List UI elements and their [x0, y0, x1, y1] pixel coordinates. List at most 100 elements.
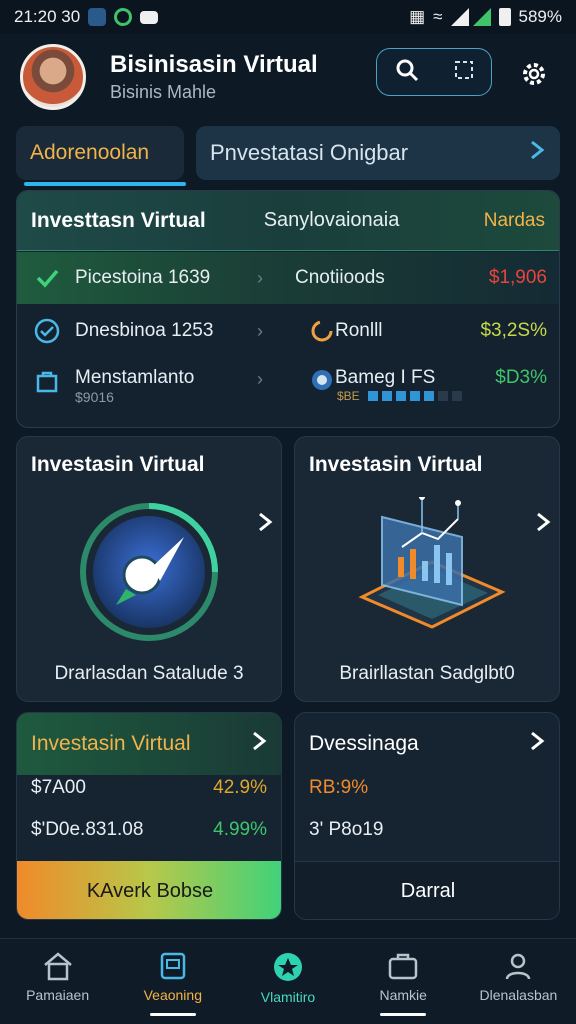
progress-segment [395, 391, 406, 401]
search-icon[interactable] [394, 57, 420, 88]
progress-segment [451, 391, 462, 401]
status-time: 21:20 30 [14, 7, 81, 26]
summary-row: 3' P8o19 [309, 819, 545, 841]
wallet-icon [160, 952, 186, 980]
bottom-navigation: Pamaiaen Veaoning Vlamitiro Namkie Dlena… [0, 938, 576, 1024]
nav-item-label: Dlenalasban [479, 987, 558, 1003]
feature-card-left[interactable]: Investasin Virtual Drarlasdan Satalude 3 [16, 436, 282, 702]
investment-row-right-label: Bameg I FS [335, 367, 436, 388]
progress-segment [381, 391, 392, 401]
primary-action-button[interactable]: KAverk Bobse [17, 861, 281, 919]
tab-secondary-label: Pnvestatasi Onigbar [210, 140, 409, 165]
header-action-group [376, 48, 492, 96]
summary-value: RB:9% [309, 777, 369, 798]
chevron-right-icon [251, 730, 267, 758]
summary-card-header[interactable]: Dvessinaga [295, 713, 559, 775]
nav-item-wallet[interactable]: Veaoning [115, 939, 230, 1024]
nav-item-label: Veaoning [143, 987, 202, 1003]
summary-row: $'D0e.831.08 4.99% [31, 819, 267, 841]
tab-primary[interactable]: Adorenoolan [16, 126, 184, 180]
check-circle-icon [33, 317, 61, 345]
app-subtitle: Bisinis Mahle [110, 82, 217, 102]
summary-row: RB:9% [309, 777, 545, 799]
nav-item-label: Namkie [379, 987, 427, 1003]
gear-icon [523, 63, 545, 85]
investment-row-label: Dnesbinoa 1253 [75, 320, 214, 341]
chevron-right-icon [529, 730, 545, 758]
summary-card-left: Investasin Virtual $7A00 42.9% $'D0e.831… [16, 712, 282, 920]
investment-column-value-label: Nardas [483, 209, 545, 231]
signal-icon [450, 8, 491, 26]
investment-row-value: $1,906 [488, 267, 547, 288]
nav-active-indicator [149, 1013, 196, 1016]
investment-progress-bar: $BE [337, 389, 462, 403]
investment-card-title: Investtasn Virtual [31, 208, 206, 232]
summary-card-header[interactable]: Investasin Virtual [17, 713, 281, 775]
summary-change: 42.9% [213, 777, 267, 798]
investment-row-value: $D3% [495, 367, 547, 388]
summary-value: 3' P8o19 [309, 819, 384, 840]
star-icon [274, 953, 302, 981]
summary-value: $'D0e.831.08 [31, 819, 144, 840]
summary-change: 4.99% [213, 819, 267, 840]
progress-segment [437, 391, 448, 401]
feature-card-caption: Drarlasdan Satalude 3 [54, 663, 244, 684]
investment-row-right-label: Cnotiioods [295, 267, 385, 288]
investment-row-sublabel: $9016 [75, 389, 114, 405]
progress-label: $BE [337, 389, 360, 403]
home-icon [43, 952, 72, 981]
nav-indicator [380, 1013, 427, 1016]
tab-primary-label: Adorenoolan [30, 141, 150, 164]
feature-card-right[interactable]: Investasin Virtual Brairllastan Sadglbt0 [294, 436, 560, 702]
vibrate-icon: ▦ [409, 7, 426, 26]
nav-item-label: Pamaiaen [26, 987, 90, 1003]
summary-value: $7A00 [31, 777, 86, 798]
progress-segment [367, 391, 378, 401]
nav-item-home[interactable]: Pamaiaen [0, 939, 115, 1024]
investment-row-label: Menstamlanto [75, 367, 195, 388]
tab-secondary[interactable]: Pnvestatasi Onigbar [196, 126, 560, 180]
investment-row[interactable]: Dnesbinoa 1253 › Ronlll $3,2S% [17, 305, 559, 357]
investment-row-label: Picestoina 1639 [75, 267, 211, 288]
summary-card-right: Dvessinaga RB:9% 3' P8o19 Darral [294, 712, 560, 920]
scan-icon[interactable] [453, 59, 475, 86]
summary-row: $7A00 42.9% [31, 777, 267, 799]
wifi-icon: ≈ [433, 7, 443, 26]
investment-card: Investtasn Virtual Sanylovaionaia Nardas… [16, 190, 560, 428]
app-title: Bisinisasin Virtual [110, 51, 318, 78]
investment-column-label: Sanylovaionaia [263, 209, 400, 231]
briefcase-icon [388, 953, 418, 980]
chevron-right-icon: › [257, 369, 263, 389]
settings-button[interactable] [516, 56, 552, 92]
investment-row-right-label: Ronlll [335, 320, 383, 341]
chart-icon [358, 497, 506, 629]
coin-icon [309, 367, 335, 393]
avatar[interactable] [20, 44, 86, 110]
feature-card-title: Investasin Virtual [31, 453, 205, 476]
refresh-icon [309, 318, 335, 344]
summary-card-title: Investasin Virtual [31, 732, 191, 755]
summary-card-title: Dvessinaga [309, 732, 419, 755]
feature-card-title: Investasin Virtual [309, 453, 483, 476]
user-icon [506, 953, 531, 980]
secondary-action-button[interactable]: Darral [295, 861, 559, 919]
app-notification-icon [88, 8, 107, 26]
tab-active-indicator [24, 182, 186, 186]
investment-card-header: Investtasn Virtual Sanylovaionaia Nardas [17, 191, 559, 251]
compass-icon [80, 503, 218, 641]
investment-row[interactable]: Picestoina 1639 › Cnotiioods $1,906 [17, 252, 559, 304]
app-header: Bisinisasin Virtual Bisinis Mahle [0, 34, 576, 120]
progress-segment [409, 391, 420, 401]
sync-icon [114, 8, 133, 26]
battery-icon [498, 8, 511, 26]
battery-level: 589% [518, 7, 562, 26]
investment-row[interactable]: Menstamlanto $9016 › Bameg I FS $BE $D3% [17, 357, 559, 419]
nav-item-label: Vlamitiro [260, 989, 316, 1005]
message-icon [140, 10, 159, 24]
nav-item-portfolio[interactable]: Namkie [346, 939, 461, 1024]
nav-item-featured[interactable]: Vlamitiro [230, 939, 345, 1024]
status-bar: 21:20 30 ▦ ≈ 589% [0, 0, 576, 34]
check-icon [33, 264, 61, 292]
nav-item-profile[interactable]: Dlenalasban [461, 939, 576, 1024]
progress-segment [423, 391, 434, 401]
